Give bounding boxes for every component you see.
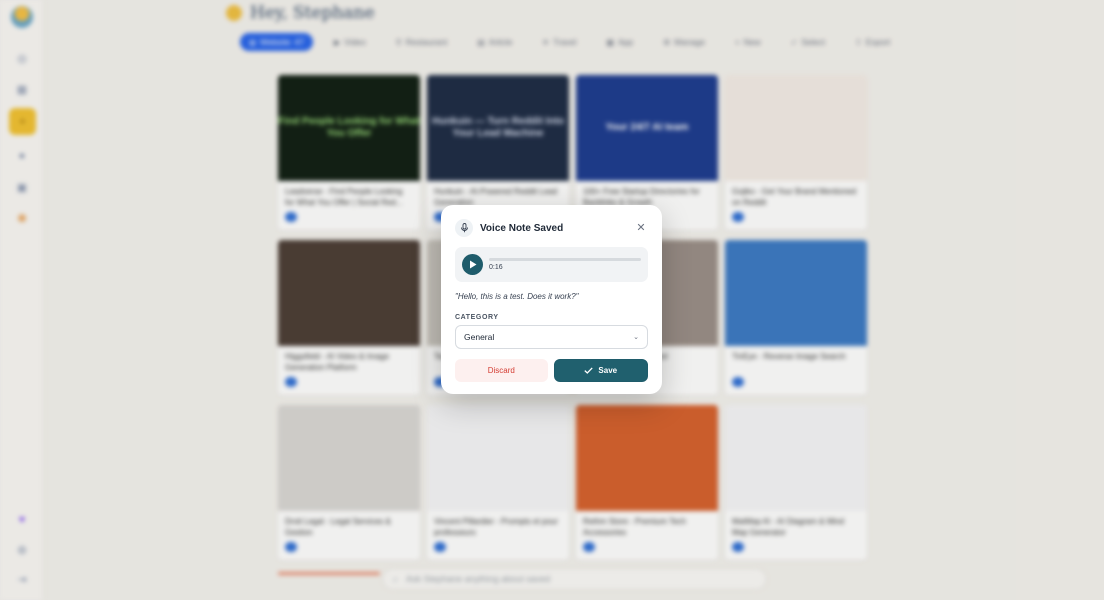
microphone-icon xyxy=(455,219,473,237)
save-button-label: Save xyxy=(598,366,618,375)
voice-note-dialog: Voice Note Saved ✕ 0:16 "Hello, this is … xyxy=(441,205,662,394)
close-icon[interactable]: ✕ xyxy=(634,221,648,235)
transcript-text: "Hello, this is a test. Does it work?" xyxy=(455,292,579,301)
audio-seek-bar[interactable] xyxy=(489,258,641,261)
check-icon xyxy=(584,367,594,374)
save-button[interactable]: Save xyxy=(553,359,648,382)
category-value: General xyxy=(464,332,495,342)
audio-duration: 0:16 xyxy=(489,264,503,271)
category-label: CATEGORY xyxy=(455,314,499,321)
audio-player: 0:16 xyxy=(455,247,648,282)
dialog-header: Voice Note Saved ✕ xyxy=(455,219,648,237)
category-select[interactable]: General ⌄ xyxy=(455,325,648,349)
discard-button[interactable]: Discard xyxy=(455,359,548,382)
dialog-actions: Discard Save xyxy=(455,359,648,382)
chevron-down-icon: ⌄ xyxy=(633,334,639,341)
dialog-title: Voice Note Saved xyxy=(480,222,564,234)
play-icon[interactable] xyxy=(462,254,483,275)
